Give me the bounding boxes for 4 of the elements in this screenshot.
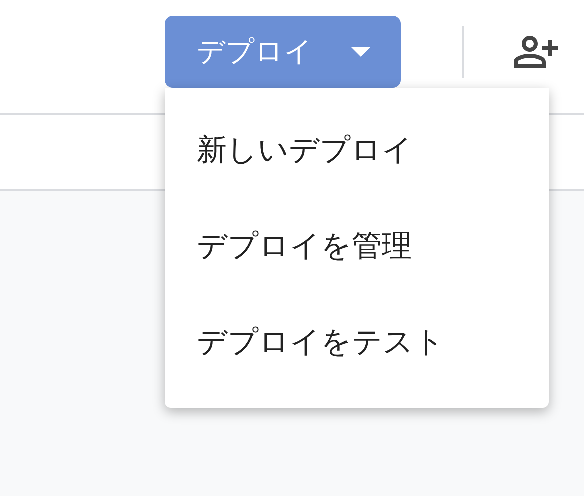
caret-icon: [351, 47, 371, 57]
menu-item[interactable]: 新しいデプロイ: [165, 102, 549, 198]
menu-item[interactable]: デプロイをテスト: [165, 294, 549, 390]
menu-item[interactable]: デプロイを管理: [165, 198, 549, 294]
